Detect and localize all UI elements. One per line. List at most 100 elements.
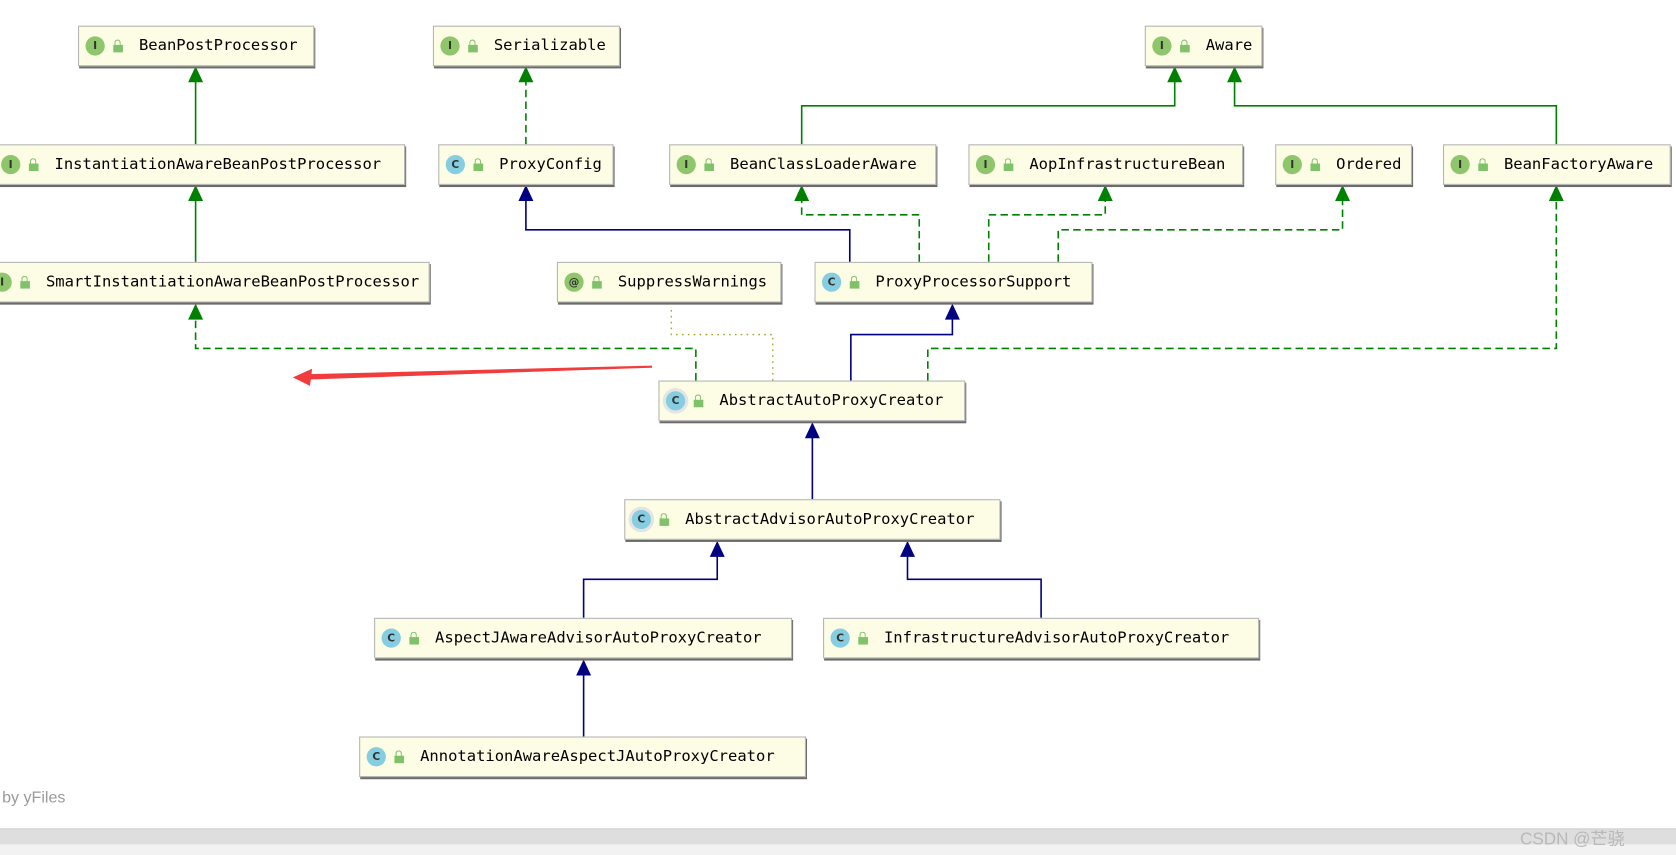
public-lock-icon <box>409 631 420 645</box>
node-label: AopInfrastructureBean <box>1029 156 1226 174</box>
node-aapc[interactable]: C AbstractAutoProxyCreator <box>658 380 966 422</box>
arrowhead <box>794 184 810 201</box>
interface-badge-icon: I <box>85 36 105 56</box>
node-ord[interactable]: I Ordered <box>1275 144 1413 185</box>
arrowhead <box>1227 66 1243 83</box>
node-ajaapc[interactable]: C AspectJAwareAdvisorAutoProxyCreator <box>374 617 793 659</box>
node-bcla[interactable]: I BeanClassLoaderAware <box>669 144 937 185</box>
arrowhead <box>1335 184 1351 201</box>
public-lock-icon <box>468 39 479 53</box>
node-label: ProxyProcessorSupport <box>875 273 1072 291</box>
node-siabpp[interactable]: I SmartInstantiationAwareBeanPostProcesso… <box>0 261 430 303</box>
edge-aaajapc-to-ajaapc <box>576 659 592 737</box>
arrowhead <box>1167 66 1183 83</box>
node-label: AbstractAdvisorAutoProxyCreator <box>685 510 975 529</box>
public-lock-icon <box>693 394 705 408</box>
edge-aapc-to-pps <box>850 303 960 381</box>
public-lock-icon <box>20 275 31 289</box>
class-badge-icon: C <box>830 628 850 648</box>
arrowhead <box>188 184 204 201</box>
interface-badge-icon: I <box>0 272 12 292</box>
node-pc[interactable]: C ProxyConfig <box>438 144 614 185</box>
edge-pps-to-aib <box>987 184 1113 262</box>
public-lock-icon <box>704 158 715 172</box>
interface-badge-icon: I <box>975 154 996 175</box>
watermark: CSDN @芒骁 <box>1519 830 1625 849</box>
arrowhead <box>1097 184 1113 201</box>
class-badge-icon: C <box>445 154 465 175</box>
node-label: ProxyConfig <box>499 156 602 174</box>
arrowhead <box>518 66 534 83</box>
interface-badge-icon: I <box>1282 154 1302 175</box>
public-lock-icon <box>28 158 40 172</box>
node-iaapc[interactable]: C InfrastructureAdvisorAutoProxyCreator <box>823 617 1260 659</box>
public-lock-icon <box>1003 158 1015 172</box>
edge-siabpp-to-iabpp <box>188 184 204 262</box>
edge-bfa-to-aware <box>1227 66 1558 145</box>
node-label: AnnotationAwareAspectJAutoProxyCreator <box>420 748 775 766</box>
arrowhead <box>518 184 534 201</box>
edge-ajaapc-to-aaapc <box>582 540 725 618</box>
node-aib[interactable]: I AopInfrastructureBean <box>968 144 1244 185</box>
interface-badge-icon: I <box>1 154 21 175</box>
node-label: BeanClassLoaderAware <box>730 156 917 174</box>
public-lock-icon <box>1180 39 1191 53</box>
edge-aapc-to-siabpp <box>188 303 697 381</box>
arrowhead <box>709 540 725 557</box>
node-aaajapc[interactable]: C AnnotationAwareAspectJAutoProxyCreator <box>359 736 806 778</box>
node-label: Aware <box>1205 37 1253 55</box>
node-sw[interactable]: @ SuppressWarnings <box>556 261 782 303</box>
node-aware[interactable]: I Aware <box>1144 25 1263 67</box>
arrowhead <box>944 303 960 320</box>
arrowhead <box>1548 184 1564 201</box>
node-label: Serializable <box>493 37 606 55</box>
public-lock-icon <box>113 39 124 53</box>
node-label: AspectJAwareAdvisorAutoProxyCreator <box>435 629 762 647</box>
class-badge-icon: C <box>366 747 386 767</box>
interface-badge-icon: I <box>1450 154 1470 175</box>
node-ser[interactable]: I Serializable <box>432 25 620 67</box>
horizontal-scrollbar[interactable] <box>0 828 1676 846</box>
arrowhead <box>188 66 204 83</box>
edge-iabpp-to-bpp <box>188 66 204 145</box>
public-lock-icon <box>1478 158 1489 172</box>
annotation-badge-icon: @ <box>564 272 584 292</box>
public-lock-icon <box>592 275 603 289</box>
interface-badge-icon: I <box>1152 36 1172 56</box>
red-highlight-arrow <box>292 365 653 386</box>
bottom-toolbar <box>0 844 1676 855</box>
node-label: SuppressWarnings <box>617 273 768 291</box>
node-label: InfrastructureAdvisorAutoProxyCreator <box>883 629 1230 647</box>
node-label: BeanPostProcessor <box>138 37 298 55</box>
node-label: Ordered <box>1336 156 1402 174</box>
node-label: AbstractAutoProxyCreator <box>719 392 944 410</box>
edge-aapc-to-sw <box>670 307 774 381</box>
node-bpp[interactable]: I BeanPostProcessor <box>78 25 315 67</box>
public-lock-icon <box>849 275 861 289</box>
abstract-badge-icon: C <box>665 391 686 411</box>
node-aaapc[interactable]: C AbstractAdvisorAutoProxyCreator <box>624 499 1001 540</box>
edges-layer <box>188 66 1564 737</box>
node-pps[interactable]: C ProxyProcessorSupport <box>814 261 1093 303</box>
class-badge-icon: C <box>821 272 842 292</box>
node-iabpp[interactable]: I InstantiationAwareBeanPostProcessor <box>0 144 406 185</box>
public-lock-icon <box>473 158 485 172</box>
class-badge-icon: C <box>381 628 401 648</box>
arrowhead <box>900 540 915 557</box>
arrowhead <box>804 422 820 439</box>
abstract-badge-icon: C <box>631 509 651 530</box>
node-bfa[interactable]: I BeanFactoryAware <box>1443 144 1671 185</box>
interface-badge-icon: I <box>440 36 460 56</box>
diagram-canvas: I BeanPostProcessor I Serializable I Aware I In… <box>0 0 1676 855</box>
arrowhead <box>188 303 204 320</box>
edge-iaapc-to-aaapc <box>900 540 1042 618</box>
node-label: SmartInstantiationAwareBeanPostProcessor <box>45 273 420 291</box>
node-label: BeanFactoryAware <box>1503 156 1654 174</box>
public-lock-icon <box>1310 158 1321 172</box>
edge-aaapc-to-aapc <box>804 422 820 500</box>
arrowhead <box>576 659 592 676</box>
public-lock-icon <box>858 631 869 645</box>
interface-badge-icon: I <box>676 154 696 175</box>
edge-pps-to-bcla <box>794 184 921 262</box>
public-lock-icon <box>659 513 671 526</box>
